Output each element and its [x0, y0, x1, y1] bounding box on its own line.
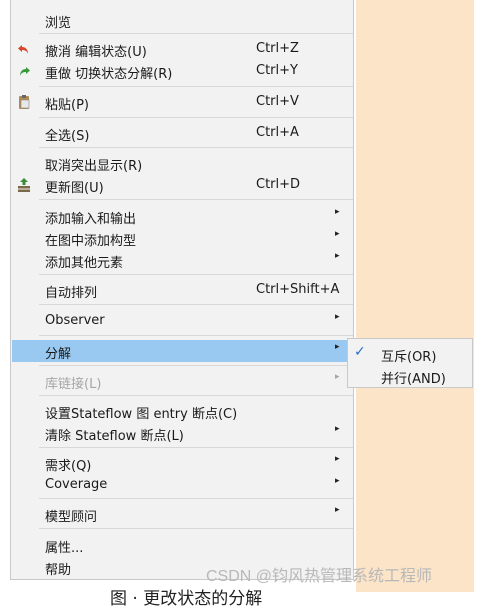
- menu-item-properties[interactable]: 属性...: [12, 534, 353, 556]
- menu-separator: [39, 199, 353, 200]
- redo-arrow-icon: [20, 67, 30, 76]
- menu-item-label: 模型顾问: [45, 510, 98, 525]
- submenu-arrow-icon: ▸: [335, 342, 340, 352]
- menu-item-set-entry-breakpoint[interactable]: 设置Stateflow 图 entry 断点(C): [12, 400, 353, 422]
- submenu-item-exclusive[interactable]: ✓ 互斥(OR): [348, 342, 472, 365]
- background-canvas: [356, 0, 474, 592]
- shortcut-label: Ctrl+Shift+A: [256, 282, 340, 297]
- menu-item-label: 库链接(L): [45, 377, 102, 392]
- menu-separator: [39, 274, 353, 275]
- menu-separator: [39, 528, 353, 529]
- submenu-arrow-icon: ▸: [335, 424, 340, 434]
- update-diagram-icon: [18, 178, 30, 192]
- menu-item-label: 帮助: [45, 563, 72, 578]
- menu-separator: [39, 365, 353, 366]
- menu-item-add-io[interactable]: 添加输入和输出 ▸: [12, 205, 353, 227]
- context-menu: 浏览 撤消 编辑状态(U) Ctrl+Z 重做 切换状态分解(R) Ctrl+Y…: [10, 0, 354, 580]
- menu-item-label: 重做 切换状态分解(R): [45, 67, 173, 82]
- watermark: CSDN @钧风热管理系统工程师: [206, 568, 433, 585]
- clipboard-icon: [19, 95, 30, 109]
- menu-item-label: Observer: [45, 313, 105, 328]
- check-icon: ✓: [354, 344, 366, 360]
- menu-separator: [39, 447, 353, 448]
- menu-item-requirements[interactable]: 需求(Q) ▸: [12, 452, 353, 474]
- submenu-item-label: 互斥(OR): [381, 350, 437, 365]
- submenu-arrow-icon: ▸: [335, 476, 340, 486]
- menu-item-label: 属性...: [45, 541, 84, 556]
- menu-separator: [39, 395, 353, 396]
- menu-item-label: 添加其他元素: [45, 256, 124, 271]
- shortcut-label: Ctrl+Z: [256, 41, 299, 56]
- shortcut-label: Ctrl+D: [256, 177, 301, 192]
- menu-item-label: 需求(Q): [45, 459, 92, 474]
- menu-item-decompose[interactable]: 分解 ▸: [12, 340, 353, 362]
- submenu-arrow-icon: ▸: [335, 505, 340, 515]
- shortcut-label: Ctrl+V: [256, 94, 299, 109]
- submenu-item-label: 并行(AND): [381, 372, 446, 387]
- menu-item-auto-arrange[interactable]: 自动排列 Ctrl+Shift+A: [12, 279, 353, 301]
- submenu-arrow-icon: ▸: [335, 229, 340, 239]
- undo-arrow-icon: [18, 45, 28, 54]
- submenu-item-parallel[interactable]: 并行(AND): [348, 364, 472, 387]
- menu-separator: [39, 117, 353, 118]
- menu-item-label: 分解: [45, 347, 72, 362]
- menu-item-label: 自动排列: [45, 286, 98, 301]
- menu-item-redo[interactable]: 重做 切换状态分解(R) Ctrl+Y: [12, 60, 353, 82]
- menu-item-add-construct[interactable]: 在图中添加构型 ▸: [12, 227, 353, 249]
- menu-item-observer[interactable]: Observer ▸: [12, 310, 353, 332]
- menu-separator: [39, 147, 353, 148]
- menu-item-label: 清除 Stateflow 断点(L): [45, 429, 184, 444]
- figure-caption: 图 · 更改状态的分解: [110, 589, 263, 609]
- submenu-arrow-icon: ▸: [335, 372, 340, 382]
- menu-item-label: 设置Stateflow 图 entry 断点(C): [45, 407, 238, 422]
- menu-item-label: 浏览: [45, 16, 72, 31]
- menu-separator: [39, 33, 353, 34]
- menu-item-library-link[interactable]: 库链接(L) ▸: [12, 370, 353, 392]
- menu-item-label: 全选(S): [45, 129, 90, 144]
- menu-item-update-diagram[interactable]: 更新图(U) Ctrl+D: [12, 174, 353, 196]
- menu-item-label: 粘贴(P): [45, 98, 89, 113]
- menu-item-label: Coverage: [45, 477, 108, 492]
- submenu-arrow-icon: ▸: [335, 207, 340, 217]
- menu-item-label: 在图中添加构型: [45, 234, 137, 249]
- menu-item-clear-breakpoints[interactable]: 清除 Stateflow 断点(L) ▸: [12, 422, 353, 444]
- menu-item-paste[interactable]: 粘贴(P) Ctrl+V: [12, 91, 353, 113]
- decompose-submenu: ✓ 互斥(OR) 并行(AND): [347, 338, 473, 388]
- menu-item-select-all[interactable]: 全选(S) Ctrl+A: [12, 122, 353, 144]
- menu-item-label: 更新图(U): [45, 181, 104, 196]
- submenu-arrow-icon: ▸: [335, 312, 340, 322]
- menu-separator: [39, 86, 353, 87]
- menu-item-add-other[interactable]: 添加其他元素 ▸: [12, 249, 353, 271]
- menu-separator: [39, 498, 353, 499]
- menu-item-label: 取消突出显示(R): [45, 159, 143, 174]
- menu-item-browse[interactable]: 浏览: [12, 9, 353, 31]
- menu-item-unhighlight[interactable]: 取消突出显示(R): [12, 152, 353, 174]
- shortcut-label: Ctrl+A: [256, 125, 299, 140]
- menu-separator: [39, 335, 353, 336]
- submenu-arrow-icon: ▸: [335, 454, 340, 464]
- menu-item-label: 撤消 编辑状态(U): [45, 45, 147, 60]
- menu-item-undo[interactable]: 撤消 编辑状态(U) Ctrl+Z: [12, 38, 353, 60]
- shortcut-label: Ctrl+Y: [256, 63, 298, 78]
- menu-item-label: 添加输入和输出: [45, 212, 137, 227]
- submenu-arrow-icon: ▸: [335, 251, 340, 261]
- menu-item-model-advisor[interactable]: 模型顾问 ▸: [12, 503, 353, 525]
- menu-item-coverage[interactable]: Coverage ▸: [12, 474, 353, 496]
- menu-separator: [39, 304, 353, 305]
